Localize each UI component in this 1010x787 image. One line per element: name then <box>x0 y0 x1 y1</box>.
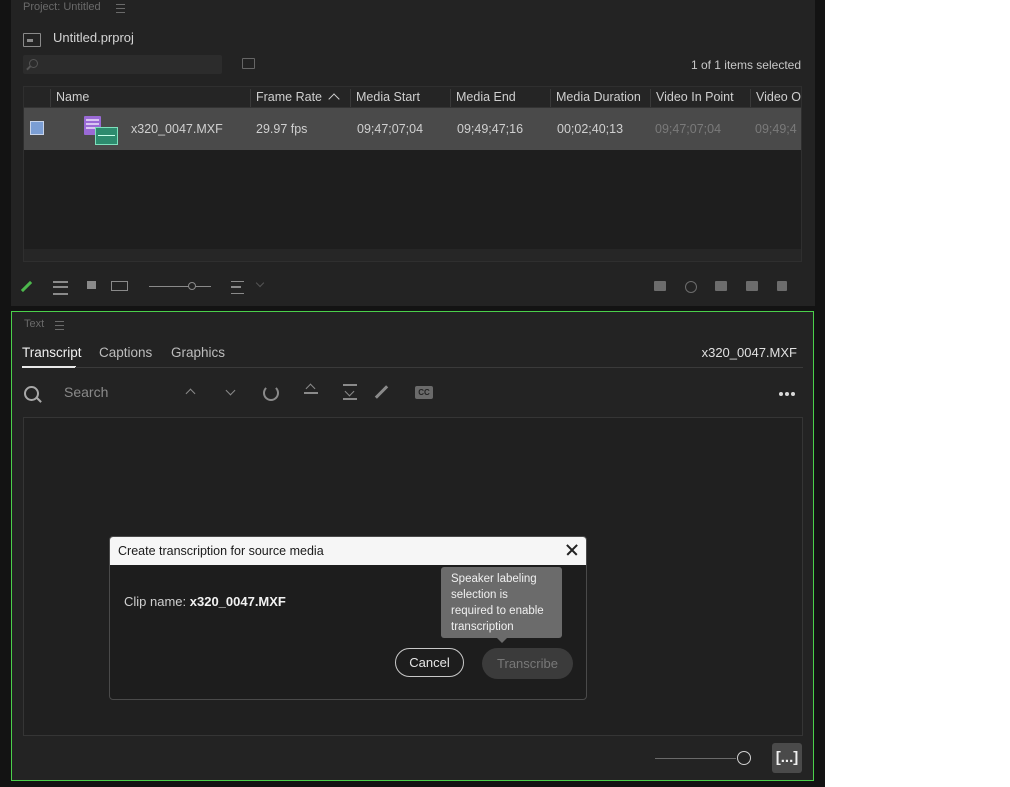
sync-icon[interactable] <box>263 385 279 401</box>
create-captions-icon[interactable]: CC <box>415 386 433 399</box>
table-header: Name Frame Rate Media Start Media End Me… <box>24 87 801 108</box>
dialog-title: Create transcription for source media <box>118 544 324 558</box>
column-header-label: Frame Rate <box>256 90 322 104</box>
horizontal-scrollbar[interactable] <box>24 249 801 261</box>
search-icon <box>29 59 38 68</box>
expand-all-icon[interactable] <box>304 386 318 400</box>
cell-name[interactable]: x320_0047.MXF <box>131 122 223 136</box>
active-tab-indicator <box>22 366 76 368</box>
column-header-media-end[interactable]: Media End <box>450 89 516 107</box>
tabs-divider <box>75 367 803 368</box>
collapse-all-icon[interactable] <box>343 384 357 400</box>
transcribe-disabled-tooltip: Speaker labeling selection is required t… <box>441 567 562 643</box>
chevron-up-icon[interactable] <box>185 388 196 399</box>
text-panel-title: Text <box>24 318 45 330</box>
project-panel: Project: Untitled Untitled.prproj 1 of 1… <box>11 0 815 306</box>
column-header-frame-rate[interactable]: Frame Rate <box>250 89 340 107</box>
zoom-slider-track[interactable] <box>149 286 211 287</box>
sort-icons-icon[interactable] <box>231 281 244 294</box>
current-clip-name: x320_0047.MXF <box>701 345 797 360</box>
text-panel-tabs: Transcript Captions Graphics x320_0047.M… <box>12 342 813 370</box>
freeform-view-icon[interactable] <box>111 281 128 291</box>
automate-to-sequence-icon[interactable] <box>654 281 666 291</box>
column-header-video-in-point[interactable]: Video In Point <box>650 89 734 107</box>
clip-name-label: Clip name: <box>124 594 190 609</box>
clip-name-value: x320_0047.MXF <box>189 594 286 609</box>
zoom-slider-handle[interactable] <box>188 282 196 290</box>
column-header-media-start[interactable]: Media Start <box>350 89 420 107</box>
project-table: Name Frame Rate Media Start Media End Me… <box>23 86 802 262</box>
chevron-down-icon[interactable] <box>225 385 236 396</box>
project-search-field[interactable] <box>23 55 222 74</box>
transcript-search-input[interactable] <box>56 381 182 403</box>
list-view-icon[interactable] <box>53 281 68 295</box>
transcribe-button[interactable]: Transcribe <box>482 648 573 679</box>
column-header-name[interactable]: Name <box>50 89 89 107</box>
cell-video-out-point: 09;49;4 <box>755 122 797 136</box>
chevron-down-icon[interactable] <box>255 278 265 288</box>
cell-media-duration: 00;02;40;13 <box>557 122 624 136</box>
tab-graphics[interactable]: Graphics <box>171 345 225 360</box>
sort-ascending-icon <box>328 93 340 105</box>
more-options-icon[interactable] <box>779 392 783 396</box>
cell-video-in-point: 09;47;07;04 <box>655 122 722 136</box>
find-icon[interactable] <box>685 281 697 293</box>
project-panel-title: Project: Untitled <box>23 1 101 13</box>
audio-waveform-icon <box>95 127 118 145</box>
tab-captions[interactable]: Captions <box>99 345 152 360</box>
trash-icon[interactable] <box>777 281 787 291</box>
cancel-button[interactable]: Cancel <box>395 648 464 677</box>
project-file-name: Untitled.prproj <box>53 30 134 45</box>
label-color-checkbox[interactable] <box>30 121 44 135</box>
bracket-button[interactable]: [...] <box>772 743 802 773</box>
project-file-icon <box>23 33 41 47</box>
cell-media-start: 09;47;07;04 <box>357 122 424 136</box>
new-search-bin-icon[interactable] <box>242 58 255 69</box>
clip-thumbnail <box>84 116 118 145</box>
close-icon[interactable] <box>566 544 578 556</box>
project-toolbar <box>11 276 815 298</box>
text-panel-menu-icon[interactable] <box>55 321 64 330</box>
cell-frame-rate: 29.97 fps <box>256 122 308 136</box>
tab-transcript[interactable]: Transcript <box>22 345 82 360</box>
new-item-icon[interactable] <box>746 281 758 291</box>
font-size-slider-handle[interactable] <box>737 751 751 765</box>
selection-status: 1 of 1 items selected <box>690 58 801 72</box>
column-header-video-out-point[interactable]: Video O <box>750 89 801 107</box>
project-panel-menu-icon[interactable] <box>116 4 125 13</box>
dialog-header: Create transcription for source media <box>110 537 586 565</box>
clip-name-line: Clip name: x320_0047.MXF <box>124 594 286 609</box>
table-row[interactable]: x320_0047.MXF 29.97 fps 09;47;07;04 09;4… <box>24 108 801 150</box>
cell-media-end: 09;49;47;16 <box>457 122 524 136</box>
pencil-icon[interactable] <box>20 280 33 293</box>
edit-pencil-icon[interactable] <box>374 385 389 399</box>
search-icon[interactable] <box>24 386 39 401</box>
icon-view-icon[interactable] <box>87 281 96 289</box>
font-size-slider-track[interactable] <box>655 758 736 759</box>
column-header-media-duration[interactable]: Media Duration <box>550 89 641 107</box>
new-bin-icon[interactable] <box>715 281 727 291</box>
